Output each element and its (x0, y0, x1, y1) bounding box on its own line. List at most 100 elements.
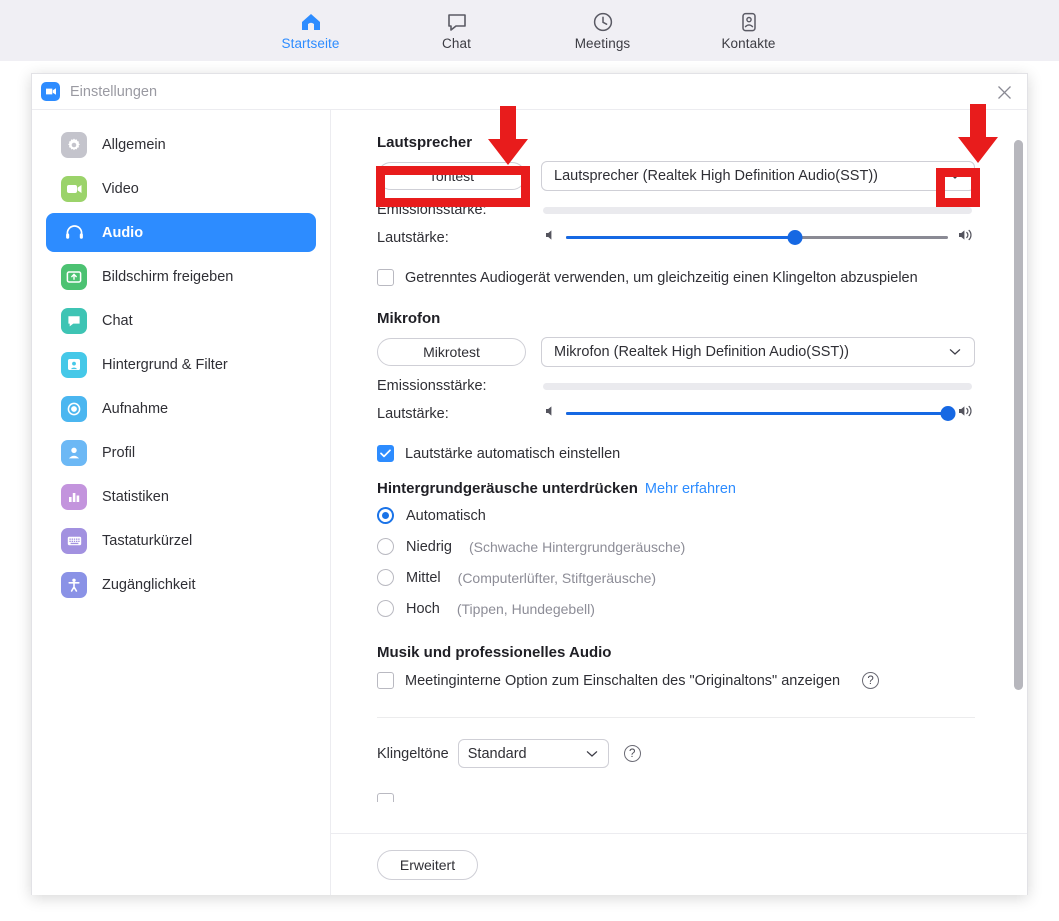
sidebar-item-hintergrund-filter[interactable]: Hintergrund & Filter (46, 345, 316, 384)
background-noise-heading-row: Hintergrundgeräusche unterdrücken Mehr e… (377, 480, 975, 497)
nav-item-meetings[interactable]: Meetings (559, 11, 647, 51)
advanced-button[interactable]: Erweitert (377, 849, 478, 880)
microphone-volume-slider[interactable] (566, 405, 956, 423)
clock-icon (592, 11, 614, 33)
microphone-volume-label: Lautstärke: (377, 405, 449, 422)
slider-knob[interactable] (940, 406, 956, 421)
ringtone-select[interactable]: Standard (457, 739, 609, 768)
nav-item-chat[interactable]: Chat (413, 11, 501, 51)
auto-volume-label: Lautstärke automatisch einstellen (405, 445, 621, 462)
noise-option-label: Mittel (406, 569, 441, 586)
auto-volume-checkbox[interactable] (377, 445, 394, 462)
microphone-test-button[interactable]: Mikrotest (377, 338, 526, 366)
dialog-footer: Erweitert (331, 833, 1027, 895)
sidebar-item-zugaenglichkeit[interactable]: Zugänglichkeit (46, 565, 316, 604)
sidebar-item-label: Chat (102, 312, 133, 329)
noise-option-label: Hoch (406, 600, 440, 617)
speaker-high-icon (957, 404, 975, 423)
speaker-low-icon (543, 404, 557, 423)
record-circle-icon (61, 395, 87, 422)
auto-volume-row[interactable]: Lautstärke automatisch einstellen (377, 445, 975, 462)
sidebar-item-profil[interactable]: Profil (46, 433, 316, 472)
noise-radio[interactable] (377, 538, 394, 555)
speaker-output-level-row: Emissionsstärke: (377, 202, 975, 218)
keyboard-icon (61, 527, 87, 554)
speaker-output-level-label: Emissionsstärke: (377, 202, 487, 218)
settings-dialog: Einstellungen Allgemein Video Audio Bild… (31, 73, 1028, 895)
sidebar-item-label: Aufnahme (102, 400, 169, 417)
accessibility-icon (61, 571, 87, 598)
slider-knob[interactable] (787, 230, 803, 245)
sidebar-item-label: Bildschirm freigeben (102, 268, 234, 285)
noise-option-niedrig[interactable]: Niedrig (Schwache Hintergrundgeräusche) (377, 538, 975, 555)
app-top-navigation: Startseite Chat Meetings Kontakte (0, 0, 1059, 61)
sidebar-item-bildschirm-freigeben[interactable]: Bildschirm freigeben (46, 257, 316, 296)
bar-chart-icon (61, 483, 87, 510)
content-scrollbar[interactable] (1013, 110, 1023, 895)
speaker-volume-slider[interactable] (566, 229, 948, 247)
noise-radio[interactable] (377, 600, 394, 617)
noise-option-mittel[interactable]: Mittel (Computerlüfter, Stiftgeräusche) (377, 569, 975, 586)
original-sound-row[interactable]: Meetinginterne Option zum Einschalten de… (377, 672, 975, 689)
original-sound-checkbox[interactable] (377, 672, 394, 689)
slider-fill (566, 236, 796, 239)
microphone-device-select[interactable]: Mikrofon (Realtek High Definition Audio(… (541, 337, 975, 367)
nav-item-kontakte[interactable]: Kontakte (705, 11, 793, 51)
sidebar-item-chat[interactable]: Chat (46, 301, 316, 340)
question-mark-icon[interactable]: ? (623, 745, 641, 762)
microphone-section-heading: Mikrofon (377, 310, 441, 327)
clipped-option-row[interactable] (377, 793, 975, 802)
noise-option-hoch[interactable]: Hoch (Tippen, Hundegebell) (377, 600, 975, 617)
noise-option-hint: (Schwache Hintergrundgeräusche) (468, 538, 686, 555)
headphones-icon (61, 220, 87, 246)
screen-share-icon (61, 263, 87, 290)
sidebar-item-label: Profil (102, 444, 136, 461)
settings-sidebar: Allgemein Video Audio Bildschirm freigeb… (32, 110, 331, 895)
speaker-test-button[interactable]: Tontest (377, 162, 526, 190)
speaker-device-select[interactable]: Lautsprecher (Realtek High Definition Au… (541, 161, 975, 191)
nav-item-label: Meetings (574, 35, 631, 51)
speaker-high-icon (957, 228, 975, 247)
separate-audio-device-row[interactable]: Getrenntes Audiogerät verwenden, um glei… (377, 269, 975, 286)
microphone-input-level-meter (543, 382, 972, 390)
sidebar-item-label: Zugänglichkeit (102, 576, 196, 593)
microphone-device-row: Mikrotest Mikrofon (Realtek High Definit… (377, 337, 975, 367)
separate-audio-device-checkbox[interactable] (377, 269, 394, 286)
music-pro-heading: Musik und professionelles Audio (377, 644, 612, 661)
nav-item-label: Kontakte (721, 35, 776, 51)
separate-audio-device-label: Getrenntes Audiogerät verwenden, um glei… (405, 269, 918, 286)
speaker-volume-label: Lautstärke: (377, 229, 449, 246)
chat-bubble-icon (446, 11, 468, 33)
speaker-section-heading: Lautsprecher (377, 134, 473, 151)
dialog-body: Allgemein Video Audio Bildschirm freigeb… (32, 110, 1027, 895)
noise-option-automatisch[interactable]: Automatisch (377, 507, 975, 524)
nav-item-startseite[interactable]: Startseite (267, 11, 355, 51)
chevron-down-icon (948, 345, 962, 359)
sidebar-item-audio[interactable]: Audio (46, 213, 316, 252)
screen-root: Startseite Chat Meetings Kontakte Einste… (0, 0, 1059, 921)
noise-option-label: Automatisch (406, 507, 486, 524)
content-scrollbar-thumb[interactable] (1014, 140, 1023, 690)
dialog-title-bar: Einstellungen (32, 74, 1027, 110)
microphone-input-level-label: Emissionsstärke: (377, 378, 487, 394)
sidebar-item-tastaturkuerzel[interactable]: Tastaturkürzel (46, 521, 316, 560)
nav-item-label: Startseite (281, 35, 340, 51)
background-noise-learn-more-link[interactable]: Mehr erfahren (645, 481, 736, 497)
microphone-input-level-row: Emissionsstärke: (377, 378, 975, 394)
background-noise-heading: Hintergrundgeräusche unterdrücken (377, 480, 638, 497)
chat-bubble-icon (61, 307, 87, 334)
nav-item-label: Chat (442, 35, 471, 51)
sidebar-item-statistiken[interactable]: Statistiken (46, 477, 316, 516)
noise-radio[interactable] (377, 507, 394, 524)
sidebar-item-allgemein[interactable]: Allgemein (46, 125, 316, 164)
noise-radio[interactable] (377, 569, 394, 586)
speaker-output-level-meter (543, 206, 972, 214)
clipped-checkbox[interactable] (377, 793, 394, 802)
dialog-title: Einstellungen (70, 83, 158, 100)
sidebar-item-video[interactable]: Video (46, 169, 316, 208)
close-icon[interactable] (981, 74, 1027, 110)
section-divider (377, 717, 975, 718)
question-mark-icon[interactable]: ? (862, 672, 880, 689)
settings-content-pane: Lautsprecher Tontest Lautsprecher (Realt… (331, 110, 1027, 895)
sidebar-item-aufnahme[interactable]: Aufnahme (46, 389, 316, 428)
